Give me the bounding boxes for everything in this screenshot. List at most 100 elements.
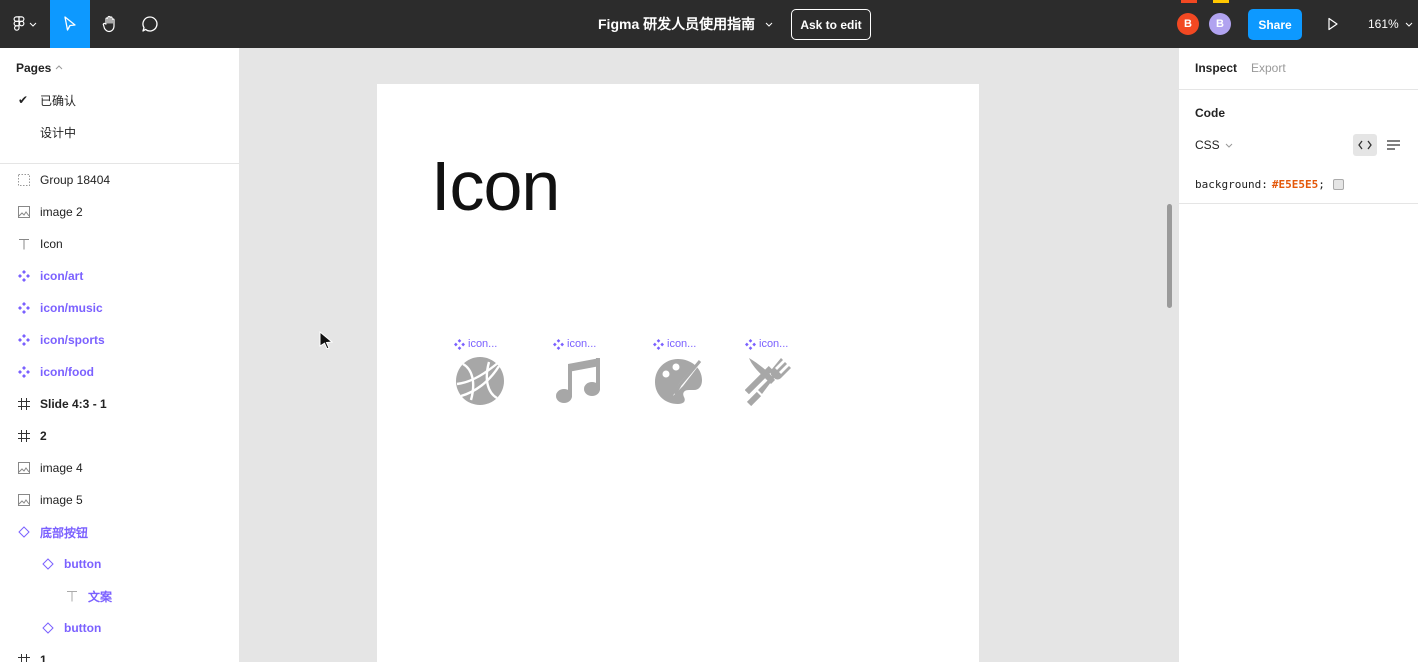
layer-label: icon/food [40,365,94,379]
component-icon [745,338,756,350]
frame-icon [16,396,32,412]
ask-to-edit-button[interactable]: Ask to edit [791,9,871,40]
comment-tool-button[interactable] [130,0,170,48]
avatar-indicator [1181,0,1197,3]
layer-label: 文案 [88,589,113,604]
css-property: background: [1195,178,1268,191]
page-label: 设计中 [40,125,77,140]
layer-item[interactable]: 2 [0,420,239,452]
mouse-cursor-icon [319,331,333,349]
file-title-button[interactable]: Figma 研发人员使用指南 [598,0,773,48]
comment-icon [142,16,158,32]
page-item-designing[interactable]: 设计中 [0,116,239,148]
css-value: #E5E5E5 [1271,178,1319,191]
file-title: Figma 研发人员使用指南 [598,16,756,32]
chevron-down-icon [1225,143,1233,148]
component-icon [16,332,32,348]
layer-label: button [64,557,102,571]
main-menu-button[interactable] [0,0,50,48]
component-icon [553,338,564,350]
frame-icon [16,652,32,662]
layer-label: button [64,621,102,635]
move-tool-button[interactable] [50,0,90,48]
icon-component-label[interactable]: icon... [454,338,497,350]
chevron-down-icon [765,22,773,27]
group-icon [16,172,32,188]
fork-knife-icon[interactable] [745,356,795,406]
basketball-icon[interactable] [455,356,505,406]
icon-component-label[interactable]: icon... [745,338,788,350]
zoom-level: 161% [1368,17,1399,31]
pages-header[interactable]: Pages [16,61,63,75]
instance-icon [40,556,56,572]
layer-item[interactable]: icon/music [0,292,239,324]
layer-item[interactable]: icon/food [0,356,239,388]
layer-item[interactable]: button [0,548,239,580]
tab-inspect[interactable]: Inspect [1195,61,1237,75]
layer-item[interactable]: Group 18404 [0,164,239,196]
instance-icon [16,524,32,540]
text-icon [64,588,80,604]
layers-panel: Pages ✔ 已确认 设计中 Group 18404 image 2 Icon… [0,48,240,662]
hand-tool-button[interactable] [90,0,130,48]
chevron-up-icon [56,65,63,70]
avatar[interactable]: B [1177,13,1199,35]
music-note-icon[interactable] [553,356,603,406]
layer-item[interactable]: image 5 [0,484,239,516]
cursor-arrow-icon [64,16,76,31]
text-icon [16,236,32,252]
code-brackets-icon [1358,140,1372,150]
divider [1179,203,1418,204]
layer-label: 2 [40,429,47,443]
layer-item[interactable]: Icon [0,228,239,260]
layer-label: 1 [40,653,47,662]
icon-component-label[interactable]: icon... [653,338,696,350]
component-icon [16,300,32,316]
art-palette-icon[interactable] [653,356,703,406]
component-icon [16,364,32,380]
figma-logo-icon [13,16,25,31]
divider [1179,89,1418,90]
layer-label: 底部按钮 [40,525,89,540]
color-swatch [1332,179,1344,190]
layer-item[interactable]: image 4 [0,452,239,484]
toolbar: Figma 研发人员使用指南 Ask to edit B B Share 161… [0,0,1418,48]
layer-item[interactable]: Slide 4:3 - 1 [0,388,239,420]
pages-heading: Pages [16,61,52,75]
hand-icon [102,15,115,33]
tab-export[interactable]: Export [1251,61,1286,75]
icon-component-label[interactable]: icon... [553,338,596,350]
code-view-button[interactable] [1353,134,1377,156]
frame[interactable]: Icon icon... icon... icon... icon... [377,84,979,662]
list-view-button[interactable] [1381,134,1405,156]
component-icon [16,268,32,284]
page-item-confirmed[interactable]: ✔ 已确认 [0,84,239,116]
layer-item[interactable]: icon/sports [0,324,239,356]
chevron-down-icon [1405,22,1413,27]
layer-item[interactable]: 底部按钮 [0,516,239,548]
zoom-dropdown[interactable]: 161% [1368,0,1413,48]
component-icon [454,338,465,350]
language-dropdown[interactable]: CSS [1195,138,1233,152]
css-terminator: ; [1318,178,1325,191]
frame-title[interactable]: Icon [431,146,560,226]
page-label: 已确认 [40,93,77,108]
share-button[interactable]: Share [1248,9,1302,40]
list-icon [1386,140,1400,150]
layer-label: image 4 [40,461,83,475]
layer-item[interactable]: 1 [0,644,239,662]
vertical-scrollbar[interactable] [1167,204,1172,308]
layer-item[interactable]: image 2 [0,196,239,228]
css-code-line[interactable]: background: #E5E5E5; [1195,178,1344,191]
layer-label: image 2 [40,205,83,219]
layer-item[interactable]: button [0,612,239,644]
avatar[interactable]: B [1209,13,1231,35]
layer-label: icon/sports [40,333,105,347]
canvas[interactable]: Icon icon... icon... icon... icon... [241,48,1178,662]
chevron-down-icon [29,22,37,27]
layer-item[interactable]: 文案 [0,580,239,612]
component-icon [653,338,664,350]
present-button[interactable] [1322,12,1344,36]
layer-item[interactable]: icon/art [0,260,239,292]
frame-icon [16,428,32,444]
